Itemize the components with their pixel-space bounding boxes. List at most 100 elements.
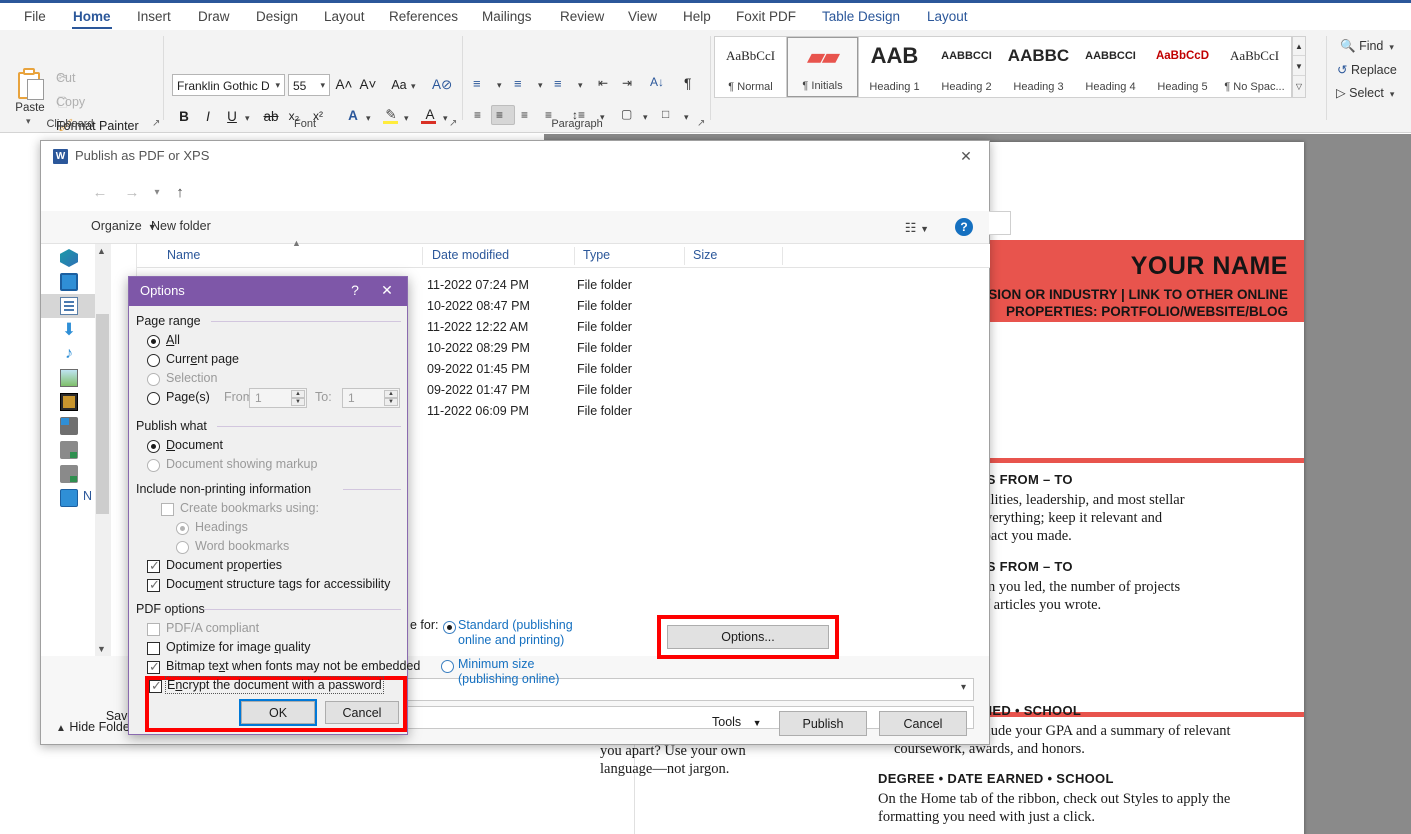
nav-pane-scrollbar[interactable]: ▲ ▼: [95, 244, 111, 656]
stepper-up-icon[interactable]: ▲: [384, 390, 398, 398]
decrease-indent-button[interactable]: ⇤: [598, 76, 608, 90]
style-normal[interactable]: AaBbCcI ¶ Normal: [715, 37, 786, 97]
publish-button[interactable]: Publish: [779, 711, 867, 736]
column-header-name[interactable]: Name: [167, 248, 200, 262]
radio-standard[interactable]: [443, 621, 456, 634]
checkbox-document-structure-tags[interactable]: [147, 577, 160, 593]
stepper-down-icon[interactable]: ▼: [291, 398, 305, 406]
checkbox-bitmap-text[interactable]: [147, 659, 160, 675]
styles-more-icon[interactable]: ▽: [1293, 77, 1305, 96]
column-divider[interactable]: [574, 247, 575, 265]
chevron-down-icon[interactable]: ▾: [404, 113, 409, 124]
scroll-down-icon[interactable]: ▼: [97, 644, 106, 654]
tab-view[interactable]: View: [618, 3, 667, 30]
help-icon[interactable]: ?: [345, 282, 365, 298]
replace-button[interactable]: ↺ Replace: [1337, 62, 1397, 77]
chevron-down-icon[interactable]: ▾: [443, 113, 448, 124]
font-name-combo[interactable]: Franklin Gothic D ▾: [172, 74, 285, 96]
tab-review[interactable]: Review: [550, 3, 614, 30]
tools-button[interactable]: Tools ▼: [712, 715, 762, 729]
nav-network-drive-2[interactable]: [41, 462, 95, 486]
increase-indent-button[interactable]: ⇥: [622, 76, 632, 90]
nav-pictures[interactable]: [41, 366, 95, 390]
chevron-down-icon[interactable]: ▾: [578, 80, 583, 91]
column-divider[interactable]: [782, 247, 783, 265]
checkbox-encrypt-with-password[interactable]: [149, 678, 162, 694]
paste-button[interactable]: [14, 68, 46, 100]
multilevel-list-button[interactable]: ≡: [554, 76, 562, 91]
style-initials[interactable]: ▰▰ ¶ Initials: [786, 36, 859, 98]
tab-home[interactable]: Home: [63, 3, 121, 30]
chevron-down-icon[interactable]: ▾: [684, 112, 689, 123]
tab-draw[interactable]: Draw: [188, 3, 240, 30]
numbering-button[interactable]: ≡: [514, 76, 522, 91]
scroll-up-icon[interactable]: ▲: [1293, 37, 1305, 56]
hide-folders-button[interactable]: ▲ Hide Folde: [56, 720, 130, 734]
style-heading-5[interactable]: AaBbCcD Heading 5: [1147, 37, 1218, 97]
radio-document[interactable]: [147, 440, 160, 453]
paragraph-dialog-launcher[interactable]: ↗: [697, 118, 705, 129]
grow-font-button[interactable]: A˄: [334, 77, 354, 92]
stepper-down-icon[interactable]: ▼: [384, 398, 398, 406]
tab-design[interactable]: Design: [246, 3, 308, 30]
close-icon[interactable]: ✕: [375, 282, 399, 299]
organize-button[interactable]: Organize ▼: [91, 219, 157, 233]
select-button[interactable]: ▷ Select ▾: [1336, 85, 1394, 100]
find-button[interactable]: 🔍 Find ▾: [1340, 39, 1394, 54]
font-size-combo[interactable]: 55 ▾: [288, 74, 330, 96]
italic-button[interactable]: I: [200, 109, 216, 124]
stepper-up-icon[interactable]: ▲: [291, 390, 305, 398]
nav-3d-objects[interactable]: [41, 246, 95, 270]
checkbox-optimize-image-quality[interactable]: [147, 642, 160, 655]
tab-table-design[interactable]: Table Design: [812, 3, 910, 30]
nav-desktop[interactable]: [41, 270, 95, 294]
copy-button[interactable]: Copy: [56, 95, 85, 109]
clipboard-dialog-launcher[interactable]: ↗: [152, 118, 160, 129]
column-divider[interactable]: [422, 247, 423, 265]
style-no-spacing[interactable]: AaBbCcI ¶ No Spac...: [1219, 37, 1290, 97]
column-divider[interactable]: [684, 247, 685, 265]
font-dialog-launcher[interactable]: ↗: [449, 118, 457, 129]
nav-local-disk[interactable]: [41, 414, 95, 438]
style-heading-4[interactable]: AABBCCI Heading 4: [1075, 37, 1146, 97]
nav-music[interactable]: ♪: [41, 342, 95, 366]
tab-file[interactable]: File: [14, 3, 56, 30]
help-icon[interactable]: ?: [955, 218, 973, 236]
cancel-button[interactable]: Cancel: [879, 711, 967, 736]
nav-documents[interactable]: [41, 294, 95, 318]
bullets-button[interactable]: ≡: [473, 76, 481, 91]
shrink-font-button[interactable]: A˅: [358, 77, 378, 92]
tab-insert[interactable]: Insert: [127, 3, 181, 30]
nav-videos[interactable]: [41, 390, 95, 414]
back-icon[interactable]: ←: [89, 183, 111, 203]
recent-locations-icon[interactable]: ▾: [146, 183, 168, 203]
chevron-down-icon[interactable]: ▾: [538, 80, 543, 91]
pdf-options-dialog[interactable]: Options ? ✕ Page range All Current page …: [128, 276, 420, 735]
underline-button[interactable]: U: [224, 109, 240, 124]
radio-pages[interactable]: [147, 392, 160, 405]
tab-foxit-pdf[interactable]: Foxit PDF: [726, 3, 806, 30]
ok-button[interactable]: OK: [239, 699, 317, 726]
font-color-button[interactable]: A: [422, 107, 438, 122]
chevron-down-icon[interactable]: ▾: [643, 112, 648, 123]
scroll-thumb[interactable]: [96, 314, 109, 514]
tab-references[interactable]: References: [379, 3, 468, 30]
chevron-down-icon[interactable]: ▾: [245, 113, 250, 124]
nav-network-drive-1[interactable]: [41, 438, 95, 462]
tab-layout[interactable]: Layout: [314, 3, 375, 30]
to-page-stepper[interactable]: 1 ▲ ▼: [342, 388, 400, 408]
options-button[interactable]: Options...: [667, 625, 829, 649]
style-heading-1[interactable]: AAB Heading 1: [859, 37, 930, 97]
radio-all[interactable]: [147, 335, 160, 348]
nav-network[interactable]: N: [41, 486, 131, 510]
sort-button[interactable]: A↓: [650, 75, 664, 89]
cut-button[interactable]: Cut: [56, 71, 75, 85]
options-cancel-button[interactable]: Cancel: [325, 701, 399, 724]
up-one-level-icon[interactable]: ↑: [169, 183, 191, 203]
styles-gallery[interactable]: AaBbCcI ¶ Normal ▰▰ ¶ Initials AAB Headi…: [714, 36, 1292, 98]
column-header-type[interactable]: Type: [583, 248, 610, 262]
chevron-down-icon[interactable]: ▾: [411, 81, 416, 92]
style-heading-2[interactable]: AABBCCI Heading 2: [931, 37, 1002, 97]
radio-minimum-size[interactable]: [441, 660, 454, 673]
view-layout-icon[interactable]: ☷ ▼: [905, 220, 929, 236]
